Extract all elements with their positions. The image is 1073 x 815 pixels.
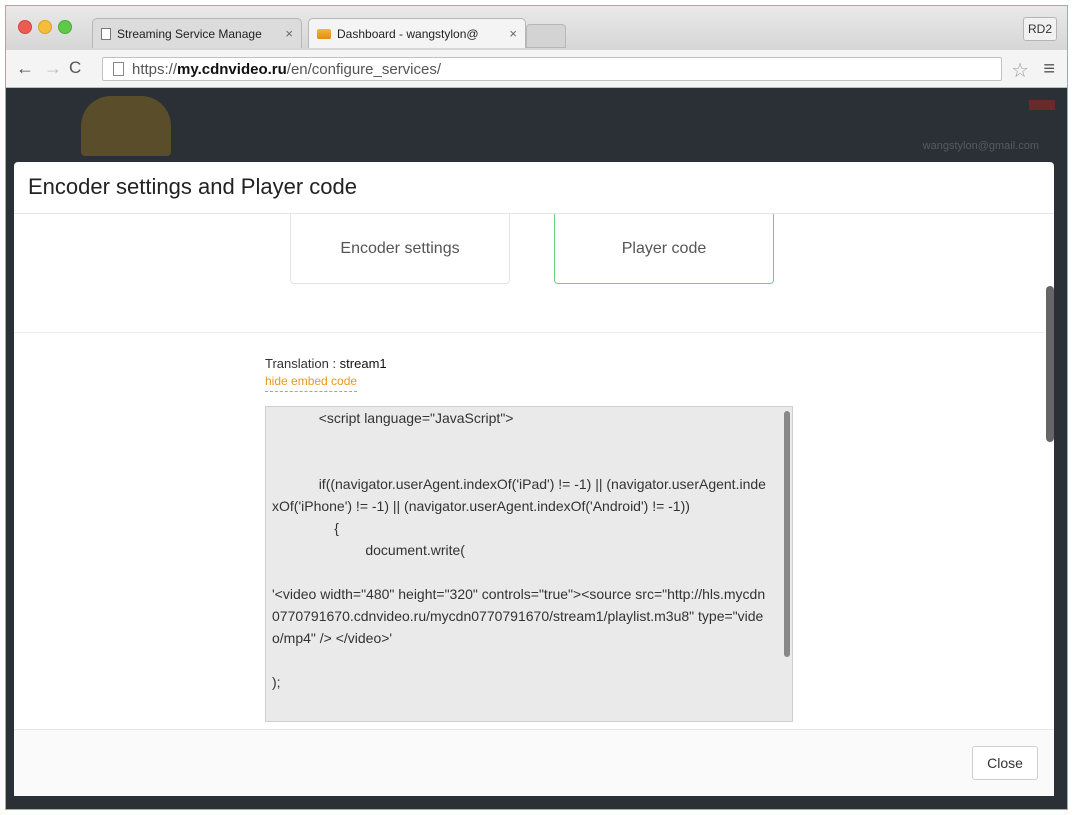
site-logo [81,96,171,156]
modal-body: Encoder settings Player code Translation… [14,214,1054,722]
close-icon[interactable]: × [285,26,293,41]
embed-code: <script language="JavaScript"> if((navig… [272,410,766,690]
zoom-window-icon[interactable] [58,20,72,34]
close-button[interactable]: Close [972,746,1038,780]
url-host: my.cdnvideo.ru [177,60,287,78]
bookmark-star-icon[interactable]: ☆ [1011,58,1029,83]
url-path: /en/configure_services/ [286,60,442,78]
close-icon[interactable]: × [509,26,517,41]
minimize-window-icon[interactable] [38,20,52,34]
tab-title: Dashboard - wangstylon@ [337,26,479,41]
code-scrollbar[interactable] [784,411,790,657]
profile-button[interactable]: RD2 [1023,17,1057,41]
user-email[interactable]: wangstylon@gmail.com [923,140,1039,152]
favicon-icon [317,28,331,39]
modal-tabs: Encoder settings Player code [14,214,1044,333]
tab-dashboard[interactable]: Dashboard - wangstylon@ × [308,18,526,48]
close-window-icon[interactable] [18,20,32,34]
page-icon [101,27,111,40]
translation-info: Translation : stream1 [265,356,387,371]
tab-title: Streaming Service Manage [117,26,262,41]
encoder-settings-modal: Encoder settings and Player code Encoder… [14,162,1054,796]
url-scheme: https:// [132,60,178,78]
browser-window: Streaming Service Manage × Dashboard - w… [5,5,1068,810]
tab-player-code[interactable]: Player code [554,214,774,284]
modal-title: Encoder settings and Player code [28,174,357,199]
translation-value: stream1 [339,356,387,371]
tab-encoder-settings[interactable]: Encoder settings [290,214,510,284]
embed-code-textarea[interactable]: <script language="JavaScript"> if((navig… [265,406,793,722]
tab-strip: Streaming Service Manage × Dashboard - w… [6,6,1067,50]
language-flag-icon[interactable] [1029,100,1055,110]
menu-icon[interactable]: ≡ [1043,58,1055,81]
page-icon [113,62,124,76]
forward-arrow-icon[interactable]: → [44,58,62,79]
translation-label: Translation : [265,356,340,371]
modal-footer: Close [14,729,1054,796]
reload-icon[interactable]: C [69,58,81,78]
tab-streaming-service[interactable]: Streaming Service Manage × [92,18,302,48]
modal-scrollbar[interactable] [1046,286,1054,442]
back-arrow-icon[interactable]: ← [16,58,34,79]
hide-embed-code-link[interactable]: hide embed code [265,374,358,392]
browser-toolbar: ← → C https://my.cdnvideo.ru/en/configur… [6,50,1067,88]
new-tab-button[interactable] [526,24,566,48]
address-bar[interactable]: https://my.cdnvideo.ru/en/configure_serv… [102,57,1002,81]
modal-header: Encoder settings and Player code [14,162,1054,214]
